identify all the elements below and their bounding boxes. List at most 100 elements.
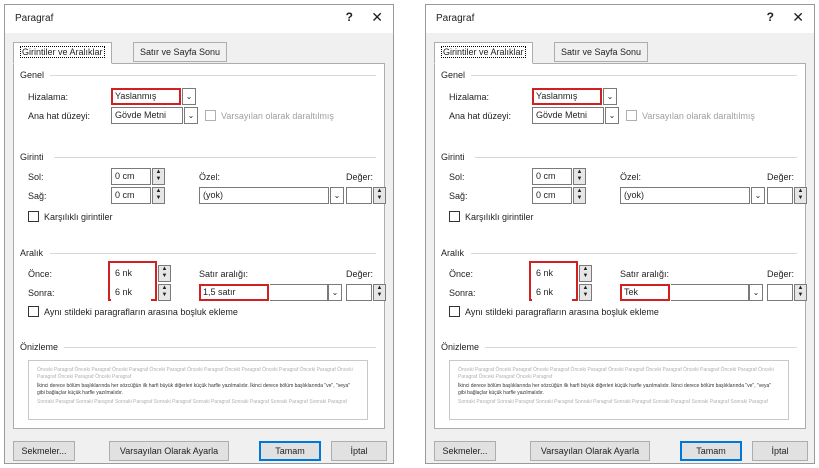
spacing-after-spinner[interactable]: ▲ ▼ bbox=[579, 284, 592, 301]
preview-next-text: Sonraki Paragraf Sonraki Paragraf Sonrak… bbox=[458, 399, 768, 405]
line-spacing-select-rest[interactable] bbox=[270, 284, 328, 301]
spacing-after-spinner[interactable]: ▲ ▼ bbox=[158, 284, 171, 301]
at-spinner[interactable]: ▲ ▼ bbox=[794, 284, 807, 301]
indent-left-label: Sol: bbox=[449, 172, 465, 182]
collapsed-label: Varsayılan olarak daraltılmış bbox=[221, 111, 334, 121]
divider bbox=[485, 347, 797, 348]
by-spinner[interactable]: ▲ ▼ bbox=[373, 187, 386, 204]
indent-right-input[interactable]: 0 cm bbox=[111, 187, 151, 204]
chevron-down-icon[interactable]: ⌄ bbox=[330, 187, 344, 204]
set-default-button[interactable]: Varsayılan Olarak Ayarla bbox=[109, 441, 229, 461]
indent-right-spinner[interactable]: ▲ ▼ bbox=[573, 187, 586, 204]
tabs-button[interactable]: Sekmeler... bbox=[434, 441, 496, 461]
line-spacing-select[interactable]: 1,5 satır bbox=[199, 284, 269, 301]
tab-line-page-breaks[interactable]: Satır ve Sayfa Sonu bbox=[554, 42, 649, 62]
chevron-down-icon[interactable]: ⌄ bbox=[751, 187, 765, 204]
cancel-button[interactable]: İptal bbox=[752, 441, 808, 461]
alignment-select[interactable]: Yaslanmış bbox=[532, 88, 602, 105]
title-bar: Paragraf ? ✕ bbox=[5, 5, 393, 33]
indent-right-label: Sağ: bbox=[449, 191, 468, 201]
tab-indents-spacing[interactable]: Girintiler ve Aralıklar bbox=[434, 42, 533, 64]
spacing-after-input[interactable]: 6 nk bbox=[111, 284, 151, 301]
indent-left-input[interactable]: 0 cm bbox=[532, 168, 572, 185]
spacing-before-input[interactable]: 6 nk bbox=[532, 265, 572, 282]
chevron-down-icon[interactable]: ⌄ bbox=[749, 284, 763, 301]
collapsed-checkbox[interactable] bbox=[626, 110, 637, 121]
line-spacing-select[interactable]: Tek bbox=[620, 284, 670, 301]
indent-left-label: Sol: bbox=[28, 172, 44, 182]
ok-button[interactable]: Tamam bbox=[680, 441, 742, 461]
divider bbox=[471, 253, 797, 254]
outline-level-select[interactable]: Gövde Metni bbox=[111, 107, 183, 124]
paragraph-dialog-right: Paragraf ? ✕ Girintiler ve Aralıklar Sat… bbox=[425, 4, 815, 464]
special-select[interactable]: (yok) bbox=[620, 187, 750, 204]
indent-right-label: Sağ: bbox=[28, 191, 47, 201]
preview-sample-text: İkinci derece bölüm başlıklarında her sö… bbox=[37, 383, 351, 396]
dont-add-space-checkbox[interactable] bbox=[449, 306, 460, 317]
dialog-title: Paragraf bbox=[436, 13, 475, 24]
ok-button[interactable]: Tamam bbox=[259, 441, 321, 461]
spacing-heading: Aralık bbox=[441, 248, 465, 258]
close-button[interactable]: ✕ bbox=[792, 9, 804, 26]
preview-previous-text: Önceki Paragraf Önceki Paragraf Önceki P… bbox=[37, 367, 353, 380]
line-spacing-label: Satır aralığı: bbox=[199, 269, 249, 279]
divider bbox=[64, 347, 376, 348]
outline-level-select[interactable]: Gövde Metni bbox=[532, 107, 604, 124]
alignment-select[interactable]: Yaslanmış bbox=[111, 88, 181, 105]
special-select[interactable]: (yok) bbox=[199, 187, 329, 204]
chevron-down-icon[interactable]: ⌄ bbox=[328, 284, 342, 301]
indent-right-spinner[interactable]: ▲ ▼ bbox=[152, 187, 165, 204]
chevron-down-icon[interactable]: ⌄ bbox=[603, 88, 617, 105]
line-spacing-select-rest[interactable] bbox=[671, 284, 749, 301]
set-default-button[interactable]: Varsayılan Olarak Ayarla bbox=[530, 441, 650, 461]
indent-left-spinner[interactable]: ▲ ▼ bbox=[152, 168, 165, 185]
divider bbox=[50, 75, 376, 76]
spacing-after-label: Sonra: bbox=[449, 288, 476, 298]
dont-add-space-label: Aynı stildeki paragrafların arasına boşl… bbox=[44, 307, 238, 317]
tab-indents-spacing[interactable]: Girintiler ve Aralıklar bbox=[13, 42, 112, 64]
at-input[interactable] bbox=[346, 284, 372, 301]
divider bbox=[475, 157, 797, 158]
preview-heading: Önizleme bbox=[441, 342, 480, 352]
at-label: Değer: bbox=[346, 269, 374, 279]
cancel-button[interactable]: İptal bbox=[331, 441, 387, 461]
indent-heading: Girinti bbox=[441, 152, 465, 162]
at-label: Değer: bbox=[767, 269, 795, 279]
preview-previous-text: Önceki Paragraf Önceki Paragraf Önceki P… bbox=[458, 367, 774, 380]
mirror-indents-checkbox[interactable] bbox=[449, 211, 460, 222]
tabs-button[interactable]: Sekmeler... bbox=[13, 441, 75, 461]
dialog-title: Paragraf bbox=[15, 13, 54, 24]
indent-left-spinner[interactable]: ▲ ▼ bbox=[573, 168, 586, 185]
spacing-before-spinner[interactable]: ▲ ▼ bbox=[579, 265, 592, 282]
general-heading: Genel bbox=[20, 70, 45, 80]
general-heading: Genel bbox=[441, 70, 466, 80]
tab-line-page-breaks[interactable]: Satır ve Sayfa Sonu bbox=[133, 42, 228, 62]
dont-add-space-label: Aynı stildeki paragrafların arasına boşl… bbox=[465, 307, 659, 317]
spacing-before-spinner[interactable]: ▲ ▼ bbox=[158, 265, 171, 282]
close-button[interactable]: ✕ bbox=[371, 9, 383, 26]
spacing-before-input[interactable]: 6 nk bbox=[111, 265, 151, 282]
help-button[interactable]: ? bbox=[767, 10, 774, 24]
by-input[interactable] bbox=[767, 187, 793, 204]
help-button[interactable]: ? bbox=[346, 10, 353, 24]
mirror-indents-checkbox[interactable] bbox=[28, 211, 39, 222]
indent-left-input[interactable]: 0 cm bbox=[111, 168, 151, 185]
indent-right-input[interactable]: 0 cm bbox=[532, 187, 572, 204]
mirror-indents-label: Karşılıklı girintiler bbox=[465, 212, 534, 222]
paragraph-dialog-left: Paragraf ? ✕ Girintiler ve Aralıklar Sat… bbox=[4, 4, 394, 464]
preview-next-text: Sonraki Paragraf Sonraki Paragraf Sonrak… bbox=[37, 399, 347, 405]
by-input[interactable] bbox=[346, 187, 372, 204]
spacing-after-label: Sonra: bbox=[28, 288, 55, 298]
chevron-down-icon[interactable]: ⌄ bbox=[182, 88, 196, 105]
chevron-down-icon[interactable]: ⌄ bbox=[184, 107, 198, 124]
by-label: Değer: bbox=[346, 172, 374, 182]
dont-add-space-checkbox[interactable] bbox=[28, 306, 39, 317]
spacing-after-input[interactable]: 6 nk bbox=[532, 284, 572, 301]
divider bbox=[471, 75, 797, 76]
at-spinner[interactable]: ▲ ▼ bbox=[373, 284, 386, 301]
collapsed-checkbox[interactable] bbox=[205, 110, 216, 121]
at-input[interactable] bbox=[767, 284, 793, 301]
by-spinner[interactable]: ▲ ▼ bbox=[794, 187, 807, 204]
chevron-down-icon[interactable]: ⌄ bbox=[605, 107, 619, 124]
tab-panel: Genel Hizalama: Yaslanmış ⌄ Ana hat düze… bbox=[434, 63, 807, 429]
